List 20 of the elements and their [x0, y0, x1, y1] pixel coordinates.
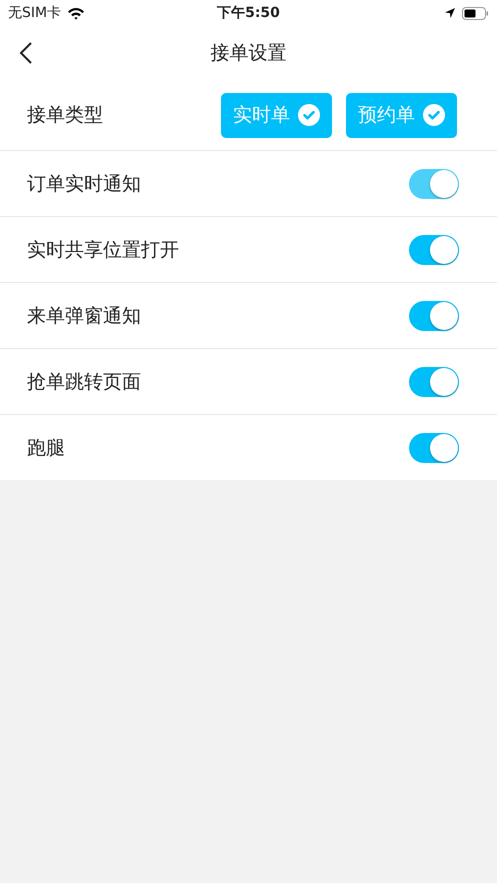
setting-label: 实时共享位置打开 — [27, 238, 180, 262]
order-type-option[interactable]: 实时单 — [221, 92, 332, 138]
toggle-switch[interactable] — [409, 432, 459, 462]
status-time: 下午5:50 — [217, 4, 280, 22]
check-circle-icon — [423, 104, 445, 126]
toggle-switch[interactable] — [409, 300, 459, 330]
wifi-icon — [67, 6, 86, 20]
location-arrow-icon — [444, 7, 456, 19]
page-title: 接单设置 — [210, 41, 286, 66]
setting-label: 跑腿 — [27, 436, 66, 460]
order-type-label: 接单类型 — [27, 103, 104, 128]
battery-icon — [462, 6, 490, 20]
order-type-option[interactable]: 预约单 — [346, 92, 457, 138]
setting-label: 来单弹窗通知 — [27, 304, 142, 328]
toggle-switch[interactable] — [409, 234, 459, 264]
carrier-label: 无SIM卡 — [8, 4, 62, 22]
setting-label: 订单实时通知 — [27, 172, 142, 196]
check-circle-icon — [298, 104, 320, 126]
setting-label: 抢单跳转页面 — [27, 370, 142, 394]
toggle-switch[interactable] — [409, 366, 459, 396]
